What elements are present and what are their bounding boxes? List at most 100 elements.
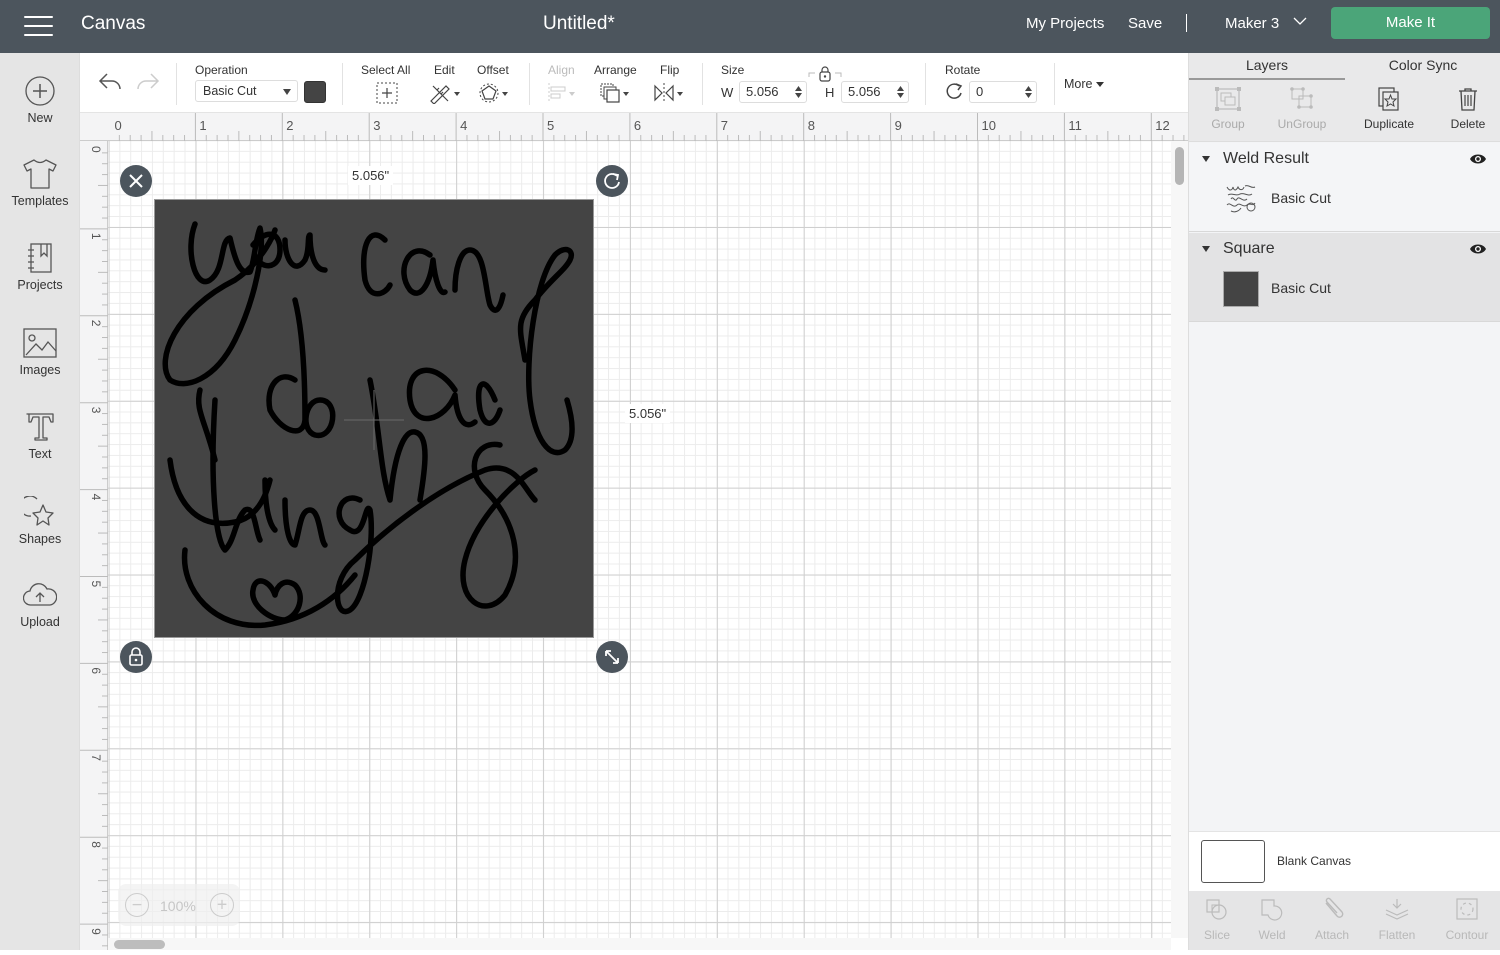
chevron-down-icon[interactable]: [1293, 14, 1307, 28]
vertical-scrollbar[interactable]: [1175, 147, 1184, 185]
layer-item-label: Basic Cut: [1271, 280, 1331, 296]
layer-item[interactable]: Basic Cut: [1189, 267, 1500, 321]
vertical-scrollbar-track: [1171, 141, 1188, 938]
operation-select[interactable]: Basic Cut: [195, 80, 298, 102]
layer-group-weld-result: Weld Result Basic Cut: [1189, 143, 1500, 232]
width-letter: W: [721, 85, 734, 100]
lock-handle[interactable]: [120, 641, 152, 673]
layer-item-label: Basic Cut: [1271, 190, 1331, 206]
contour-button[interactable]: Contour: [1436, 891, 1498, 950]
ungroup-label: UnGroup: [1277, 117, 1327, 131]
paperclip-icon: [1325, 897, 1344, 918]
zoom-out-button[interactable]: −: [125, 893, 149, 917]
layer-group-header[interactable]: Square: [1189, 233, 1500, 267]
left-sidebar: New Templates Projects Images Text Shape…: [0, 53, 80, 950]
tab-color-sync[interactable]: Color Sync: [1345, 53, 1500, 80]
flatten-icon: [1385, 899, 1409, 920]
duplicate-label: Duplicate: [1363, 117, 1415, 131]
stepper-icon[interactable]: [795, 85, 802, 99]
slice-button[interactable]: Slice: [1186, 891, 1248, 950]
machine-selector[interactable]: Maker 3: [1225, 15, 1279, 32]
align-icon[interactable]: [546, 82, 580, 104]
sidebar-item-projects[interactable]: Projects: [0, 242, 80, 314]
shapes-icon: [24, 496, 54, 526]
stepper-icon[interactable]: [1025, 85, 1032, 99]
contour-icon: [1456, 898, 1478, 920]
collapse-triangle-icon[interactable]: [1202, 156, 1210, 162]
sidebar-item-images[interactable]: Images: [0, 327, 80, 399]
select-all-label: Select All: [361, 63, 411, 77]
ruler-tick-label: 7: [721, 118, 728, 133]
rotate-icon[interactable]: [944, 82, 964, 102]
zoom-in-button[interactable]: +: [210, 893, 234, 917]
ruler-tick-label: 10: [982, 118, 996, 133]
width-input[interactable]: 5.056: [739, 81, 807, 103]
zoom-level: 100%: [160, 898, 196, 914]
operation-color-swatch[interactable]: [304, 81, 326, 103]
resize-handle[interactable]: [596, 641, 628, 673]
edit-toolbar: Operation Basic Cut Select All Edit Offs…: [80, 53, 1188, 113]
width-value: 5.056: [746, 84, 779, 99]
flip-icon[interactable]: [653, 82, 687, 104]
height-input[interactable]: 5.056: [841, 81, 909, 103]
height-dimension-label: 5.056": [625, 404, 671, 423]
sidebar-item-text[interactable]: Text: [0, 411, 80, 483]
sidebar-item-upload[interactable]: Upload: [0, 581, 80, 653]
lock-icon: [129, 647, 143, 666]
sidebar-item-new[interactable]: New: [0, 75, 80, 147]
delete-button[interactable]: Delete: [1429, 80, 1500, 142]
more-button[interactable]: More: [1064, 77, 1104, 91]
tshirt-icon: [23, 159, 57, 189]
undo-icon[interactable]: [97, 71, 123, 93]
tab-layers[interactable]: Layers: [1189, 53, 1345, 80]
layer-group-title: Weld Result: [1223, 150, 1309, 167]
arrange-icon[interactable]: [599, 82, 633, 104]
sidebar-item-label: Templates: [11, 194, 69, 208]
layer-group-square: Square Basic Cut: [1189, 233, 1500, 322]
hamburger-menu-icon[interactable]: [24, 15, 53, 37]
lock-aspect-icon[interactable]: [808, 65, 842, 83]
arrange-label: Arrange: [594, 63, 637, 77]
sidebar-item-shapes[interactable]: Shapes: [0, 496, 80, 568]
sidebar-item-templates[interactable]: Templates: [0, 158, 80, 230]
more-label: More: [1064, 77, 1093, 91]
ungroup-button[interactable]: UnGroup: [1263, 80, 1341, 142]
horizontal-scrollbar[interactable]: [114, 940, 165, 949]
close-icon: [129, 174, 143, 188]
collapse-triangle-icon[interactable]: [1202, 246, 1210, 252]
edit-pencil-ruler-icon[interactable]: [429, 82, 463, 104]
align-label: Align: [548, 63, 575, 77]
make-it-button[interactable]: Make It: [1331, 7, 1490, 39]
ruler-tick-label: 2: [89, 320, 103, 327]
layer-group-header[interactable]: Weld Result: [1189, 143, 1500, 177]
layer-item[interactable]: Basic Cut: [1189, 177, 1500, 231]
rotate-value: 0: [976, 84, 984, 99]
ruler-tick-label: 4: [89, 494, 103, 501]
delete-handle[interactable]: [120, 165, 152, 197]
redo-icon[interactable]: [135, 71, 161, 93]
my-projects-link[interactable]: My Projects: [1026, 15, 1104, 32]
eye-visibility-icon[interactable]: [1469, 243, 1487, 255]
ruler-horizontal: 0 1 2 3 4 5 6 7 8 9 10 11 12: [80, 113, 1228, 141]
weld-button[interactable]: Weld: [1241, 891, 1303, 950]
ruler-tick-label: 1: [89, 233, 103, 240]
eye-visibility-icon[interactable]: [1469, 153, 1487, 165]
group-button[interactable]: Group: [1189, 80, 1267, 142]
save-button[interactable]: Save: [1128, 15, 1162, 32]
blank-canvas-layer[interactable]: Blank Canvas: [1189, 831, 1500, 891]
ruler-tick-label: 5: [547, 118, 554, 133]
select-all-icon[interactable]: [376, 82, 398, 104]
stepper-icon[interactable]: [897, 85, 904, 99]
flatten-button[interactable]: Flatten: [1366, 891, 1428, 950]
rotate-input[interactable]: 0: [969, 81, 1037, 103]
offset-icon[interactable]: [478, 82, 512, 104]
duplicate-button[interactable]: Duplicate: [1350, 80, 1428, 142]
ruler-tick-label: 8: [808, 118, 815, 133]
divider: [1186, 14, 1187, 32]
operation-label: Operation: [195, 63, 248, 77]
duplicate-icon: [1378, 87, 1399, 111]
ruler-tick-label: 0: [115, 118, 122, 133]
design-object-weld-result[interactable]: [154, 199, 594, 638]
rotate-handle[interactable]: [596, 165, 628, 197]
attach-button[interactable]: Attach: [1301, 891, 1363, 950]
